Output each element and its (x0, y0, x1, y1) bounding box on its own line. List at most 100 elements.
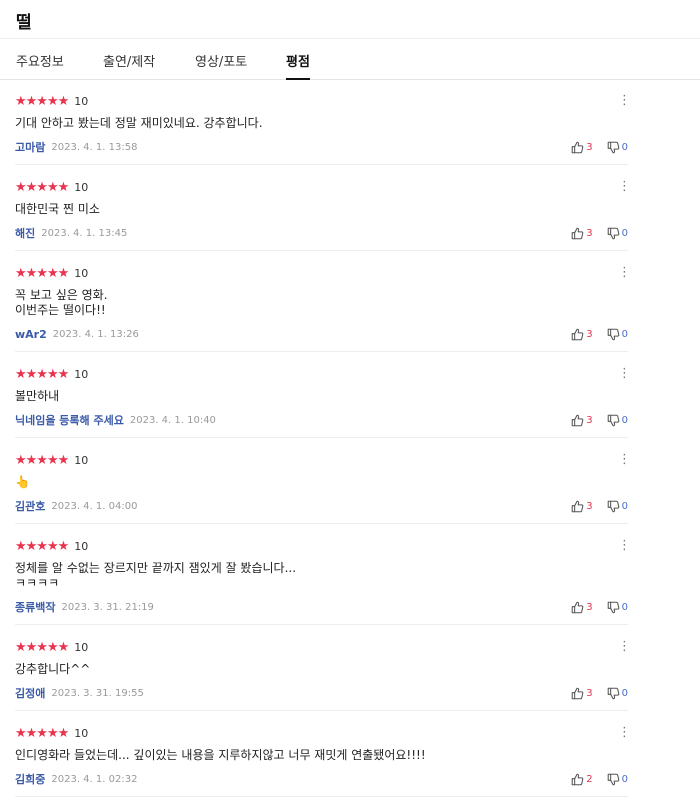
vote-buttons: 3 0 (571, 140, 628, 154)
star-icon: ★★★★★ (15, 726, 69, 741)
review-meta: 김희중 2023. 4. 1. 02:32 (15, 772, 137, 786)
more-vertical-icon[interactable]: ⋮ (618, 639, 631, 655)
tab-main-info[interactable]: 주요정보 (16, 51, 64, 70)
like-button[interactable]: 2 (571, 773, 593, 786)
more-vertical-icon[interactable]: ⋮ (618, 452, 631, 468)
like-button[interactable]: 3 (571, 141, 593, 154)
like-button[interactable]: 3 (571, 414, 593, 427)
vote-buttons: 2 0 (571, 772, 628, 786)
like-button[interactable]: 3 (571, 500, 593, 513)
thumbs-up-icon (571, 601, 584, 613)
more-vertical-icon[interactable]: ⋮ (618, 366, 631, 382)
author-name[interactable]: 해진 (15, 225, 35, 241)
rating: ★★★★★ 10 (15, 95, 88, 109)
author-name[interactable]: 종류백작 (15, 599, 55, 615)
author-name[interactable]: 닉네임을 등록해 주세요 (15, 412, 124, 428)
review-list: ★★★★★ 10 ⋮ 기대 안하고 봤는데 정말 재미있네요. 강추합니다. 고… (0, 79, 700, 797)
more-vertical-icon[interactable]: ⋮ (618, 265, 631, 281)
star-icon: ★★★★★ (15, 367, 69, 382)
like-button[interactable]: 3 (571, 227, 593, 240)
dislike-button[interactable]: 0 (607, 227, 628, 240)
author-name[interactable]: 김희중 (15, 771, 45, 787)
review-text: 강추합니다^^ (15, 662, 91, 676)
like-count: 3 (586, 687, 593, 699)
review-item: ★★★★★ 10 ⋮ 정체를 알 수없는 장르지만 끝까지 잼있게 잘 봤습니다… (15, 524, 631, 625)
like-button[interactable]: 3 (571, 687, 593, 700)
thumbs-down-icon (607, 227, 619, 239)
thumbs-up-icon (571, 773, 584, 785)
review-item: ★★★★★ 10 ⋮ 꼭 보고 싶은 영화. 이번주는 떨이다!! wAr2 2… (15, 251, 631, 352)
review-meta: 닉네임을 등록해 주세요 2023. 4. 1. 10:40 (15, 413, 216, 427)
thumbs-up-icon (571, 414, 584, 426)
rating-score: 10 (74, 181, 89, 194)
review-item: ★★★★★ 10 ⋮ 👆 김관호 2023. 4. 1. 04:00 3 0 (15, 438, 631, 524)
rating: ★★★★★ 10 (15, 454, 88, 468)
more-vertical-icon[interactable]: ⋮ (618, 538, 631, 554)
review-item: ★★★★★ 10 ⋮ 볼만하내 닉네임을 등록해 주세요 2023. 4. 1.… (15, 352, 631, 438)
vote-buttons: 3 0 (571, 686, 628, 700)
like-count: 3 (586, 328, 593, 340)
dislike-count: 0 (621, 687, 628, 699)
dislike-count: 0 (621, 601, 628, 613)
review-item: ★★★★★ 10 ⋮ 강추합니다^^ 김정애 2023. 3. 31. 19:5… (15, 625, 631, 711)
thumbs-up-icon (571, 141, 584, 153)
vote-buttons: 3 0 (571, 499, 628, 513)
review-item: ★★★★★ 10 ⋮ 기대 안하고 봤는데 정말 재미있네요. 강추합니다. 고… (15, 79, 631, 165)
review-item: ★★★★★ 10 ⋮ 대한민국 찐 미소 해진 2023. 4. 1. 13:4… (15, 165, 631, 251)
tab-ratings[interactable]: 평점 (286, 51, 310, 80)
review-meta: wAr2 2023. 4. 1. 13:26 (15, 327, 139, 341)
like-button[interactable]: 3 (571, 601, 593, 614)
dislike-button[interactable]: 0 (607, 500, 628, 513)
author-name[interactable]: 김정애 (15, 685, 45, 701)
thumbs-down-icon (607, 601, 619, 613)
thumbs-down-icon (607, 328, 619, 340)
star-icon: ★★★★★ (15, 180, 69, 195)
like-count: 2 (586, 773, 593, 785)
page-title: 떨 (16, 13, 32, 33)
like-count: 3 (586, 414, 593, 426)
review-item: ★★★★★ 10 ⋮ 인디영화라 들었는데... 깊이있는 내용을 지루하지않고… (15, 711, 631, 797)
review-meta: 해진 2023. 4. 1. 13:45 (15, 226, 127, 240)
more-vertical-icon[interactable]: ⋮ (618, 179, 631, 195)
more-vertical-icon[interactable]: ⋮ (618, 93, 631, 109)
review-date: 2023. 4. 1. 13:58 (51, 141, 138, 153)
dislike-count: 0 (621, 328, 628, 340)
dislike-button[interactable]: 0 (607, 773, 628, 786)
dislike-button[interactable]: 0 (607, 414, 628, 427)
review-text: 인디영화라 들었는데... 깊이있는 내용을 지루하지않고 너무 재밋게 연출됐… (15, 748, 426, 762)
review-text: 기대 안하고 봤는데 정말 재미있네요. 강추합니다. (15, 116, 263, 130)
rating-score: 10 (74, 95, 89, 108)
dislike-button[interactable]: 0 (607, 141, 628, 154)
app-header: 떨 (0, 0, 700, 39)
rating-score: 10 (74, 727, 89, 740)
rating: ★★★★★ 10 (15, 368, 88, 382)
review-date: 2023. 3. 31. 21:19 (61, 601, 154, 613)
star-icon: ★★★★★ (15, 94, 69, 109)
review-date: 2023. 4. 1. 04:00 (51, 500, 138, 512)
author-name[interactable]: wAr2 (15, 328, 47, 341)
rating-score: 10 (74, 368, 89, 381)
like-count: 3 (586, 227, 593, 239)
thumbs-down-icon (607, 773, 619, 785)
dislike-button[interactable]: 0 (607, 601, 628, 614)
thumbs-up-icon (571, 687, 584, 699)
author-name[interactable]: 김관호 (15, 498, 45, 514)
like-button[interactable]: 3 (571, 328, 593, 341)
dislike-count: 0 (621, 773, 628, 785)
review-meta: 김관호 2023. 4. 1. 04:00 (15, 499, 137, 513)
vote-buttons: 3 0 (571, 226, 628, 240)
review-text: 꼭 보고 싶은 영화. 이번주는 떨이다!! (15, 288, 108, 317)
tab-cast-crew[interactable]: 출연/제작 (103, 51, 155, 70)
tab-bar: 주요정보 출연/제작 영상/포토 평점 (0, 39, 700, 80)
thumbs-down-icon (607, 414, 619, 426)
like-count: 3 (586, 141, 593, 153)
rating-score: 10 (74, 540, 89, 553)
thumbs-down-icon (607, 500, 619, 512)
tab-media[interactable]: 영상/포토 (195, 51, 247, 70)
author-name[interactable]: 고마람 (15, 139, 45, 155)
dislike-button[interactable]: 0 (607, 328, 628, 341)
dislike-button[interactable]: 0 (607, 687, 628, 700)
more-vertical-icon[interactable]: ⋮ (618, 725, 631, 741)
review-date: 2023. 4. 1. 13:45 (41, 227, 128, 239)
dislike-count: 0 (621, 414, 628, 426)
